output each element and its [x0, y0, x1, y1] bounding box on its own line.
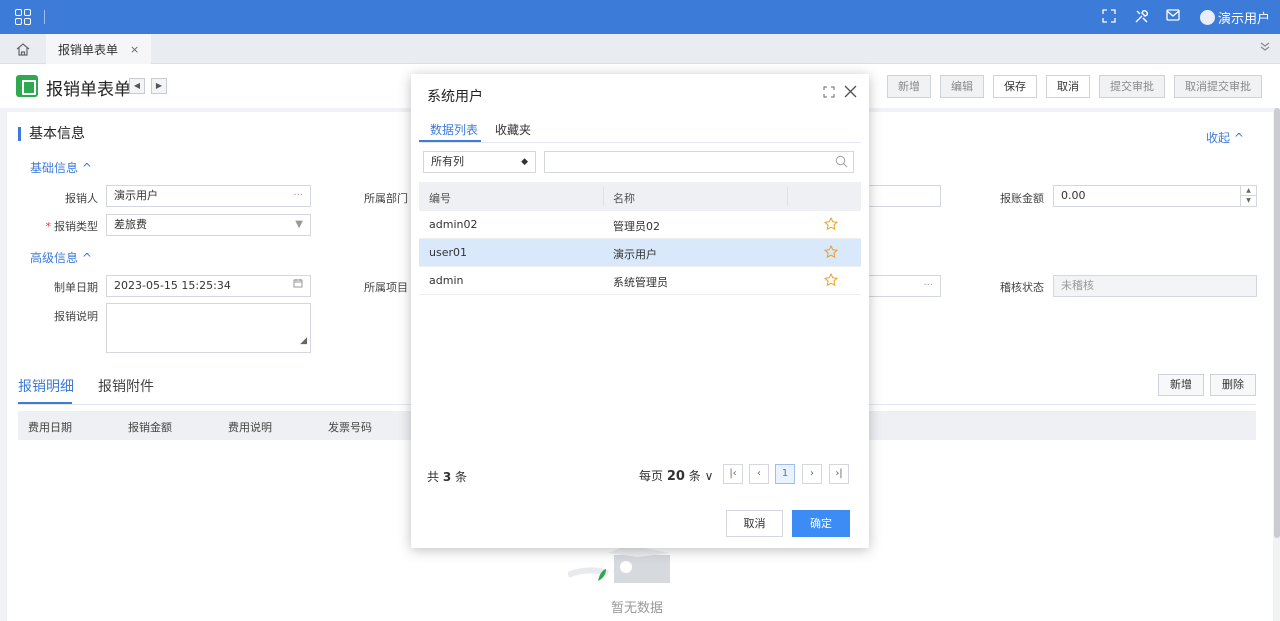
- tab-close-icon[interactable]: ×: [130, 43, 139, 56]
- home-icon[interactable]: [15, 41, 31, 57]
- page-size-select[interactable]: 每页 20 条 ∨: [639, 467, 713, 484]
- prev-page-button[interactable]: ‹: [749, 464, 769, 484]
- favorite-star-icon[interactable]: [824, 273, 838, 287]
- mail-icon[interactable]: [1165, 9, 1181, 25]
- last-page-button[interactable]: ›|: [829, 464, 849, 484]
- page-number-button[interactable]: 1: [775, 464, 795, 484]
- dialog-cancel-button[interactable]: 取消: [726, 510, 783, 537]
- tab-label: 报销单表单: [58, 42, 119, 57]
- table-row[interactable]: user01 演示用户: [419, 239, 861, 267]
- first-page-button[interactable]: |‹: [723, 464, 743, 484]
- dialog-title: 系统用户: [427, 89, 483, 105]
- tab-favorites[interactable]: 收藏夹: [495, 121, 531, 138]
- user-name: 系统管理员: [613, 276, 668, 289]
- user-name: 管理员02: [613, 220, 660, 233]
- table-row[interactable]: admin 系统管理员: [419, 267, 861, 295]
- user-name: 演示用户: [613, 248, 657, 261]
- avatar: [1200, 9, 1215, 25]
- column-header: 编号: [429, 192, 451, 205]
- column-divider: [603, 187, 604, 206]
- fullscreen-icon[interactable]: [1101, 9, 1117, 25]
- favorite-star-icon[interactable]: [824, 245, 838, 259]
- search-input[interactable]: [544, 151, 854, 173]
- user-menu[interactable]: 演示用户: [1200, 9, 1271, 27]
- close-icon[interactable]: [844, 82, 857, 103]
- next-page-button[interactable]: ›: [802, 464, 822, 484]
- more-tabs-icon[interactable]: [1260, 40, 1270, 54]
- grid-header: 编号 名称: [419, 182, 861, 211]
- dialog-ok-button[interactable]: 确定: [792, 510, 850, 537]
- column-header: 名称: [613, 192, 635, 205]
- user-picker-dialog: 系统用户 数据列表 收藏夹 所有列 ◆ 编号 名称 admin02 管理员02 …: [411, 74, 869, 548]
- filter-value: 所有列: [431, 155, 464, 168]
- sort-caret-icon: ◆: [521, 157, 528, 167]
- table-row[interactable]: admin02 管理员02: [419, 211, 861, 239]
- apps-grid-icon[interactable]: [15, 9, 31, 25]
- tools-icon[interactable]: [1133, 9, 1149, 25]
- user-code: user01: [429, 246, 467, 259]
- user-code: admin02: [429, 218, 478, 231]
- tab-expense-form[interactable]: 报销单表单 ×: [46, 34, 152, 64]
- tab-strip: 报销单表单 ×: [0, 34, 1280, 64]
- tab-data-list[interactable]: 数据列表: [430, 121, 478, 138]
- tab-divider: [419, 142, 861, 143]
- search-icon[interactable]: [835, 155, 849, 169]
- total-count: 共 3 条: [427, 470, 468, 484]
- user-code: admin: [429, 274, 464, 287]
- chevron-down-icon: ∨: [704, 469, 714, 483]
- divider: [44, 10, 45, 24]
- favorite-star-icon[interactable]: [824, 217, 838, 231]
- column-filter-select[interactable]: 所有列 ◆: [423, 151, 536, 173]
- column-divider: [787, 187, 788, 206]
- maximize-icon[interactable]: [823, 86, 835, 98]
- user-name: 演示用户: [1218, 11, 1271, 27]
- top-bar: 演示用户: [0, 0, 1280, 34]
